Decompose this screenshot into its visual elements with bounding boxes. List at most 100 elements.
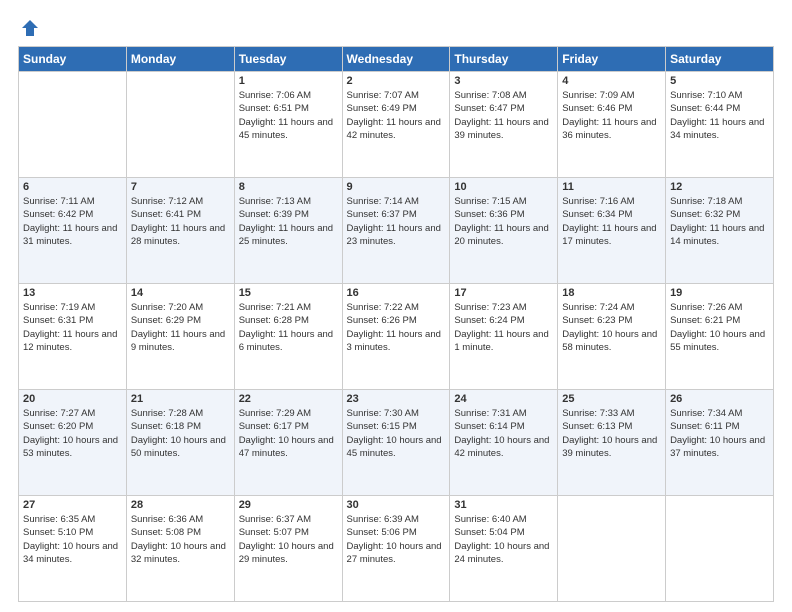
calendar-cell: 2 Sunrise: 7:07 AM Sunset: 6:49 PM Daylig… [342,72,450,178]
calendar-cell: 29 Sunrise: 6:37 AM Sunset: 5:07 PM Dayli… [234,496,342,602]
calendar-cell [126,72,234,178]
day-number: 31 [454,499,553,511]
calendar-cell: 31 Sunrise: 6:40 AM Sunset: 5:04 PM Dayli… [450,496,558,602]
calendar-cell: 30 Sunrise: 6:39 AM Sunset: 5:06 PM Dayli… [342,496,450,602]
day-number: 4 [562,75,661,87]
calendar-cell: 12 Sunrise: 7:18 AM Sunset: 6:32 PM Dayli… [666,178,774,284]
day-number: 12 [670,181,769,193]
day-info: Sunrise: 6:36 AM Sunset: 5:08 PM Dayligh… [131,513,230,566]
day-info: Sunrise: 6:35 AM Sunset: 5:10 PM Dayligh… [23,513,122,566]
day-number: 25 [562,393,661,405]
day-info: Sunrise: 6:39 AM Sunset: 5:06 PM Dayligh… [347,513,446,566]
day-number: 22 [239,393,338,405]
day-info: Sunrise: 7:27 AM Sunset: 6:20 PM Dayligh… [23,407,122,460]
day-number: 17 [454,287,553,299]
day-info: Sunrise: 7:14 AM Sunset: 6:37 PM Dayligh… [347,195,446,248]
day-info: Sunrise: 7:31 AM Sunset: 6:14 PM Dayligh… [454,407,553,460]
day-info: Sunrise: 7:21 AM Sunset: 6:28 PM Dayligh… [239,301,338,354]
calendar-table: SundayMondayTuesdayWednesdayThursdayFrid… [18,46,774,602]
day-number: 10 [454,181,553,193]
day-number: 19 [670,287,769,299]
day-info: Sunrise: 7:24 AM Sunset: 6:23 PM Dayligh… [562,301,661,354]
calendar-cell: 6 Sunrise: 7:11 AM Sunset: 6:42 PM Daylig… [19,178,127,284]
day-number: 1 [239,75,338,87]
day-number: 16 [347,287,446,299]
day-info: Sunrise: 7:18 AM Sunset: 6:32 PM Dayligh… [670,195,769,248]
day-info: Sunrise: 7:22 AM Sunset: 6:26 PM Dayligh… [347,301,446,354]
day-info: Sunrise: 6:40 AM Sunset: 5:04 PM Dayligh… [454,513,553,566]
day-header-sunday: Sunday [19,47,127,72]
day-header-monday: Monday [126,47,234,72]
day-number: 9 [347,181,446,193]
calendar-cell: 11 Sunrise: 7:16 AM Sunset: 6:34 PM Dayli… [558,178,666,284]
day-info: Sunrise: 7:09 AM Sunset: 6:46 PM Dayligh… [562,89,661,142]
day-number: 20 [23,393,122,405]
day-number: 18 [562,287,661,299]
day-info: Sunrise: 7:08 AM Sunset: 6:47 PM Dayligh… [454,89,553,142]
calendar-cell: 22 Sunrise: 7:29 AM Sunset: 6:17 PM Dayli… [234,390,342,496]
day-number: 14 [131,287,230,299]
calendar-cell [666,496,774,602]
calendar-cell: 17 Sunrise: 7:23 AM Sunset: 6:24 PM Dayli… [450,284,558,390]
day-number: 28 [131,499,230,511]
day-number: 6 [23,181,122,193]
calendar-cell: 28 Sunrise: 6:36 AM Sunset: 5:08 PM Dayli… [126,496,234,602]
calendar-cell: 20 Sunrise: 7:27 AM Sunset: 6:20 PM Dayli… [19,390,127,496]
logo-icon [20,18,40,38]
day-header-saturday: Saturday [666,47,774,72]
day-info: Sunrise: 7:28 AM Sunset: 6:18 PM Dayligh… [131,407,230,460]
calendar-cell: 10 Sunrise: 7:15 AM Sunset: 6:36 PM Dayli… [450,178,558,284]
calendar-cell: 27 Sunrise: 6:35 AM Sunset: 5:10 PM Dayli… [19,496,127,602]
day-header-tuesday: Tuesday [234,47,342,72]
day-info: Sunrise: 7:33 AM Sunset: 6:13 PM Dayligh… [562,407,661,460]
day-info: Sunrise: 7:11 AM Sunset: 6:42 PM Dayligh… [23,195,122,248]
calendar-cell: 9 Sunrise: 7:14 AM Sunset: 6:37 PM Daylig… [342,178,450,284]
day-info: Sunrise: 7:23 AM Sunset: 6:24 PM Dayligh… [454,301,553,354]
day-info: Sunrise: 7:20 AM Sunset: 6:29 PM Dayligh… [131,301,230,354]
calendar-cell: 14 Sunrise: 7:20 AM Sunset: 6:29 PM Dayli… [126,284,234,390]
calendar-cell: 4 Sunrise: 7:09 AM Sunset: 6:46 PM Daylig… [558,72,666,178]
day-info: Sunrise: 6:37 AM Sunset: 5:07 PM Dayligh… [239,513,338,566]
day-number: 11 [562,181,661,193]
day-number: 24 [454,393,553,405]
calendar-cell: 26Sunrise: 7:34 AM Sunset: 6:11 PM Dayli… [666,390,774,496]
day-number: 13 [23,287,122,299]
day-info: Sunrise: 7:30 AM Sunset: 6:15 PM Dayligh… [347,407,446,460]
day-number: 7 [131,181,230,193]
day-number: 15 [239,287,338,299]
day-number: 26 [670,393,769,405]
day-info: Sunrise: 7:15 AM Sunset: 6:36 PM Dayligh… [454,195,553,248]
calendar-cell: 24 Sunrise: 7:31 AM Sunset: 6:14 PM Dayli… [450,390,558,496]
header [18,18,774,38]
day-info: Sunrise: 7:06 AM Sunset: 6:51 PM Dayligh… [239,89,338,142]
day-header-wednesday: Wednesday [342,47,450,72]
day-info: Sunrise: 7:13 AM Sunset: 6:39 PM Dayligh… [239,195,338,248]
calendar-cell [558,496,666,602]
day-info: Sunrise: 7:16 AM Sunset: 6:34 PM Dayligh… [562,195,661,248]
day-info: Sunrise: 7:12 AM Sunset: 6:41 PM Dayligh… [131,195,230,248]
day-number: 3 [454,75,553,87]
day-info: Sunrise: 7:26 AM Sunset: 6:21 PM Dayligh… [670,301,769,354]
day-number: 8 [239,181,338,193]
calendar-cell: 5Sunrise: 7:10 AM Sunset: 6:44 PM Daylig… [666,72,774,178]
calendar-cell: 18 Sunrise: 7:24 AM Sunset: 6:23 PM Dayli… [558,284,666,390]
day-header-friday: Friday [558,47,666,72]
calendar-cell: 7 Sunrise: 7:12 AM Sunset: 6:41 PM Daylig… [126,178,234,284]
day-info: Sunrise: 7:19 AM Sunset: 6:31 PM Dayligh… [23,301,122,354]
calendar-cell: 1 Sunrise: 7:06 AM Sunset: 6:51 PM Daylig… [234,72,342,178]
day-number: 30 [347,499,446,511]
calendar-cell [19,72,127,178]
day-info: Sunrise: 7:29 AM Sunset: 6:17 PM Dayligh… [239,407,338,460]
calendar-cell: 19 Sunrise: 7:26 AM Sunset: 6:21 PM Dayli… [666,284,774,390]
day-number: 27 [23,499,122,511]
calendar-cell: 23Sunrise: 7:30 AM Sunset: 6:15 PM Dayli… [342,390,450,496]
day-number: 29 [239,499,338,511]
calendar-cell: 8 Sunrise: 7:13 AM Sunset: 6:39 PM Daylig… [234,178,342,284]
day-number: 2 [347,75,446,87]
day-info: Sunrise: 7:10 AM Sunset: 6:44 PM Dayligh… [670,89,769,142]
day-header-thursday: Thursday [450,47,558,72]
calendar-cell: 25 Sunrise: 7:33 AM Sunset: 6:13 PM Dayli… [558,390,666,496]
day-info: Sunrise: 7:07 AM Sunset: 6:49 PM Dayligh… [347,89,446,142]
calendar-cell: 3 Sunrise: 7:08 AM Sunset: 6:47 PM Daylig… [450,72,558,178]
logo [18,18,40,38]
